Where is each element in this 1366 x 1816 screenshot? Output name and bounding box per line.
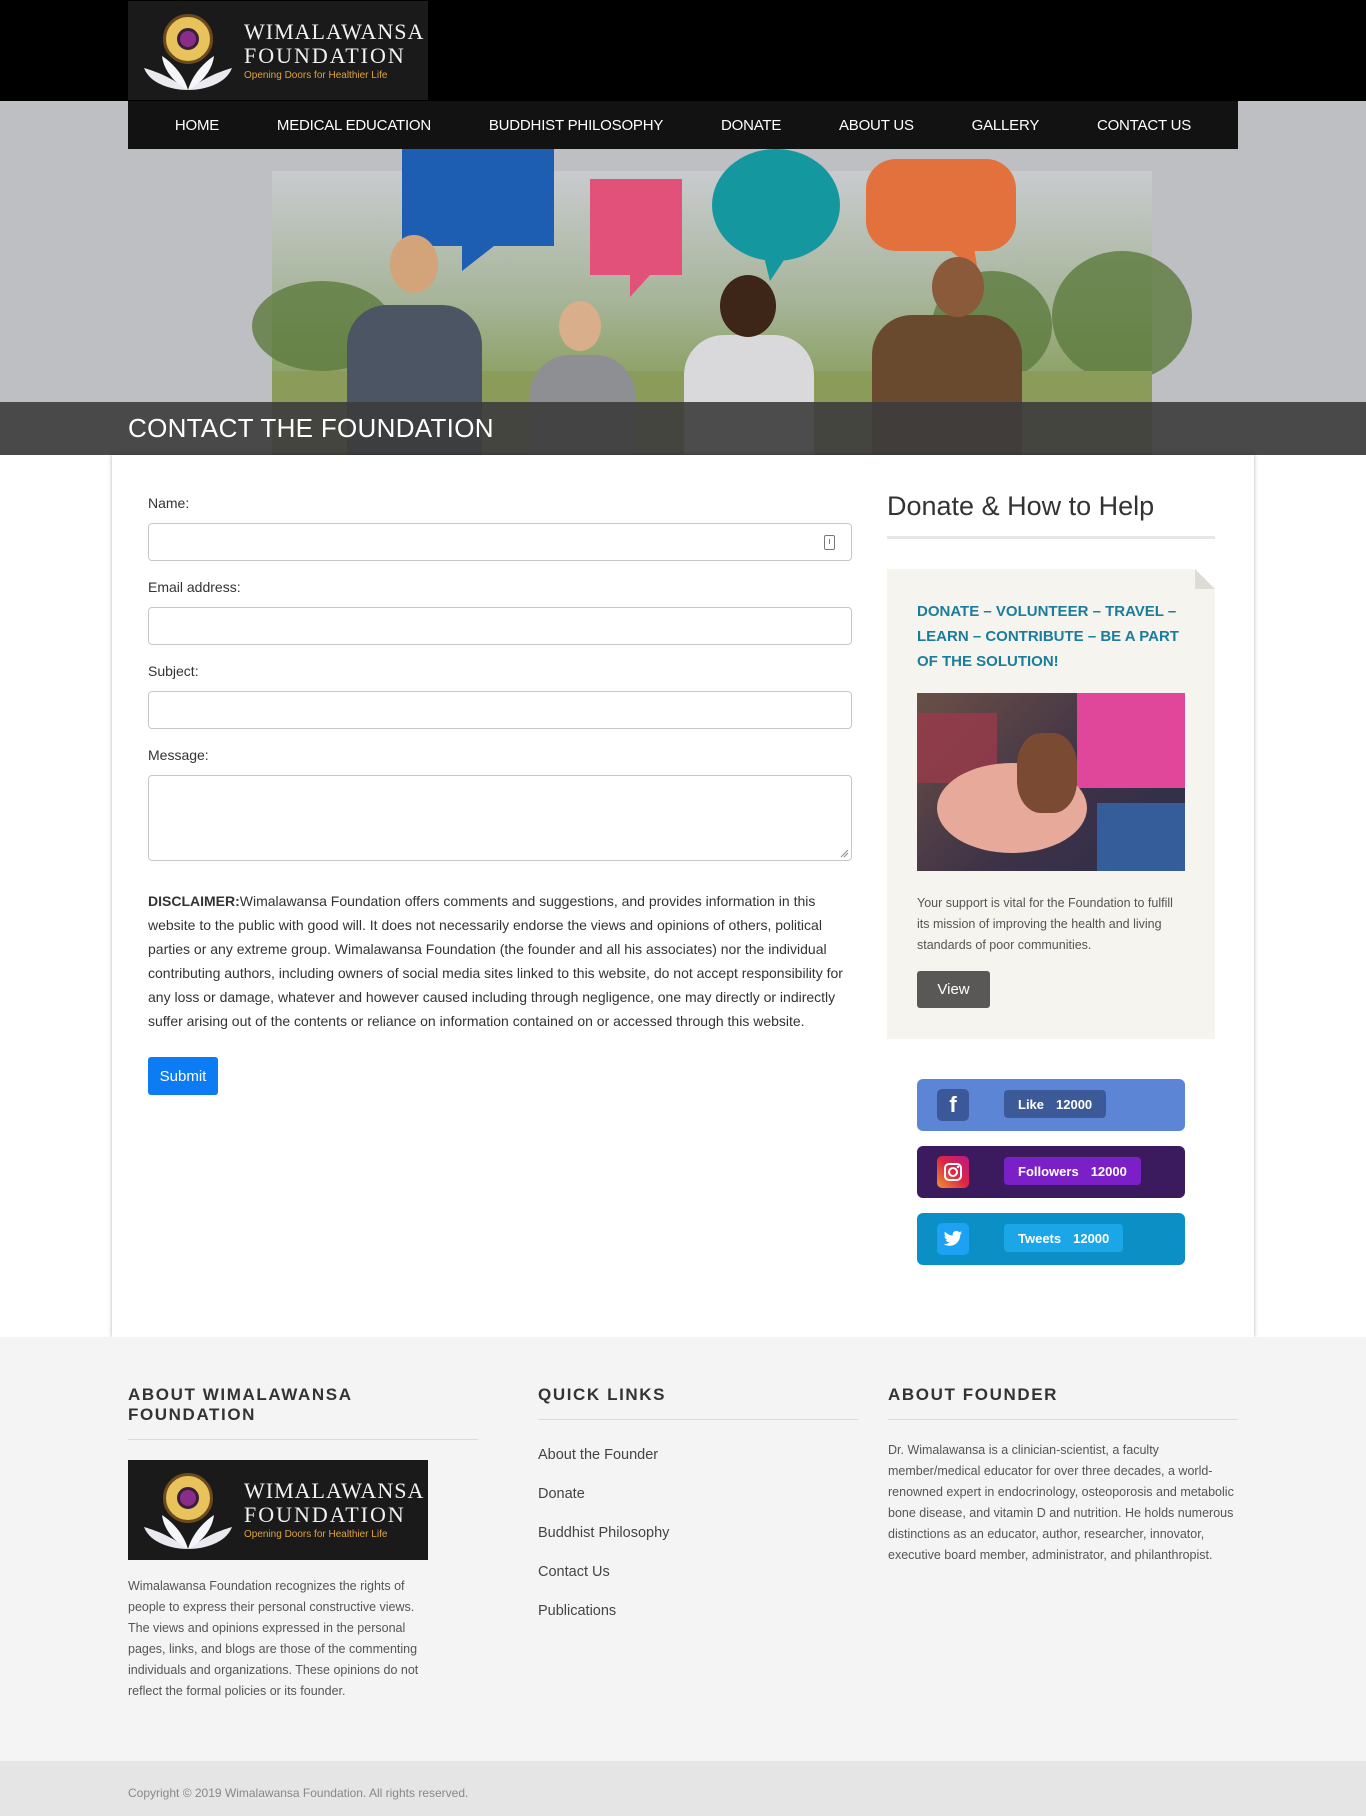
footer-links-title: QUICK LINKS	[538, 1385, 858, 1420]
instagram-followers-pill[interactable]: Followers 12000	[1004, 1157, 1141, 1185]
nav-about-us[interactable]: ABOUT US	[839, 117, 914, 134]
nav-gallery[interactable]: GALLERY	[972, 117, 1040, 134]
footer-about-column: ABOUT WIMALAWANSA FOUNDATION WIMALAWANSA…	[128, 1385, 478, 1702]
disclaimer-title: DISCLAIMER:	[148, 893, 240, 909]
footer-founder-title: ABOUT FOUNDER	[888, 1385, 1238, 1420]
resize-handle-icon[interactable]	[840, 849, 849, 858]
content-panel: Name: Email address: Subject: Message: D…	[112, 455, 1254, 1337]
footer-logo-line2: FOUNDATION	[244, 1502, 406, 1527]
autofill-icon[interactable]	[824, 535, 835, 550]
instagram-followers-count: 12000	[1090, 1163, 1127, 1179]
footer-about-title: ABOUT WIMALAWANSA FOUNDATION	[128, 1385, 478, 1440]
facebook-like-label: Like	[1018, 1096, 1045, 1112]
logo-name-line2: FOUNDATION	[244, 42, 406, 68]
facebook-like-pill[interactable]: Like 12000	[1004, 1090, 1107, 1118]
instagram-followers-label: Followers	[1018, 1163, 1079, 1179]
contact-form: Name: Email address: Subject: Message: D…	[148, 495, 852, 1095]
footer-logo-line1: WIMALAWANSA	[244, 1478, 425, 1503]
lotus-emblem-icon	[138, 6, 238, 96]
view-button[interactable]: View	[917, 971, 990, 1008]
help-card-text: Your support is vital for the Foundation…	[917, 896, 1173, 952]
lotus-emblem-icon	[138, 1465, 238, 1555]
facebook-like-widget[interactable]: f Like 12000	[917, 1079, 1185, 1131]
name-input[interactable]	[148, 523, 852, 561]
email-label: Email address:	[148, 579, 241, 595]
name-label: Name:	[148, 495, 190, 511]
footer-link-donate[interactable]: Donate	[538, 1475, 858, 1514]
twitter-tweets-label: Tweets	[1018, 1230, 1062, 1246]
footer-about-text: Wimalawansa Foundation recognizes the ri…	[128, 1579, 419, 1698]
footer-link-publications[interactable]: Publications	[538, 1592, 858, 1631]
footer-logo-tagline: Opening Doors for Healthier Life	[244, 1529, 388, 1540]
logo-tagline: Opening Doors for Healthier Life	[244, 69, 388, 81]
nav-home[interactable]: HOME	[175, 117, 219, 134]
footer-links-column: QUICK LINKS About the Founder Donate Bud…	[538, 1385, 858, 1631]
subject-label: Subject:	[148, 663, 199, 679]
footer-link-about-founder[interactable]: About the Founder	[538, 1436, 858, 1475]
copyright-text: Copyright © 2019 Wimalawansa Foundation.…	[128, 1786, 469, 1800]
nav-contact-us[interactable]: CONTACT US	[1097, 117, 1191, 134]
facebook-icon: f	[937, 1089, 969, 1121]
site-footer: ABOUT WIMALAWANSA FOUNDATION WIMALAWANSA…	[0, 1337, 1366, 1761]
site-logo[interactable]: WIMALAWANSA FOUNDATION Opening Doors for…	[128, 1, 428, 100]
help-card-heading: DONATE – VOLUNTEER – TRAVEL – LEARN – CO…	[917, 603, 1179, 670]
sidebar-title: Donate & How to Help	[887, 491, 1215, 539]
main-nav: HOME MEDICAL EDUCATION BUDDHIST PHILOSOP…	[128, 101, 1238, 149]
sidebar: Donate & How to Help DONATE – VOLUNTEER …	[887, 491, 1215, 1265]
message-textarea[interactable]	[148, 775, 852, 861]
copyright-bar: Copyright © 2019 Wimalawansa Foundation.…	[0, 1761, 1366, 1816]
subject-input[interactable]	[148, 691, 852, 729]
twitter-tweets-widget[interactable]: Tweets 12000	[917, 1213, 1185, 1265]
email-input[interactable]	[148, 607, 852, 645]
footer-link-contact-us[interactable]: Contact Us	[538, 1553, 858, 1592]
disclaimer: DISCLAIMER:Wimalawansa Foundation offers…	[148, 889, 852, 1033]
page-title: CONTACT THE FOUNDATION	[128, 413, 494, 443]
nav-medical-education[interactable]: MEDICAL EDUCATION	[277, 117, 431, 134]
logo-name-line1: WIMALAWANSA	[244, 18, 425, 44]
nav-donate[interactable]: DONATE	[721, 117, 781, 134]
disclaimer-text: Wimalawansa Foundation offers comments a…	[148, 893, 843, 1029]
page-fold-icon	[1195, 569, 1215, 589]
footer-founder-text: Dr. Wimalawansa is a clinician-scientist…	[888, 1443, 1234, 1562]
top-bar: WIMALAWANSA FOUNDATION Opening Doors for…	[0, 0, 1366, 101]
twitter-tweets-pill[interactable]: Tweets 12000	[1004, 1224, 1124, 1252]
help-card: DONATE – VOLUNTEER – TRAVEL – LEARN – CO…	[887, 569, 1215, 1039]
footer-link-buddhist-philosophy[interactable]: Buddhist Philosophy	[538, 1514, 858, 1553]
twitter-icon	[937, 1223, 969, 1255]
nav-buddhist-philosophy[interactable]: BUDDHIST PHILOSOPHY	[489, 117, 663, 134]
message-label: Message:	[148, 747, 209, 763]
instagram-icon	[937, 1156, 969, 1188]
footer-founder-column: ABOUT FOUNDER Dr. Wimalawansa is a clini…	[888, 1385, 1238, 1566]
page-title-band: CONTACT THE FOUNDATION	[0, 402, 1366, 455]
footer-logo[interactable]: WIMALAWANSA FOUNDATION Opening Doors for…	[128, 1460, 428, 1560]
twitter-tweets-count: 12000	[1073, 1230, 1110, 1246]
facebook-like-count: 12000	[1056, 1096, 1093, 1112]
submit-button[interactable]: Submit	[148, 1057, 218, 1095]
instagram-followers-widget[interactable]: Followers 12000	[917, 1146, 1185, 1198]
hands-photo	[917, 693, 1185, 871]
